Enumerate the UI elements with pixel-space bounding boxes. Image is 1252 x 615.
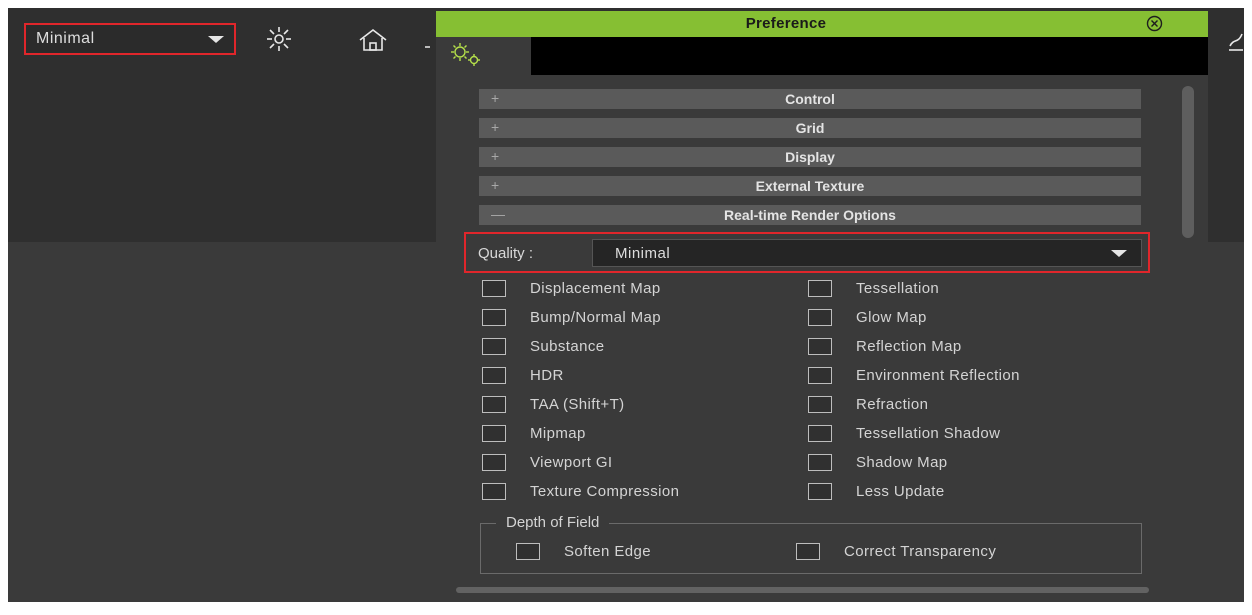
checkbox-label: Reflection Map	[856, 337, 962, 355]
checkbox[interactable]	[482, 279, 506, 297]
checkbox-label: Displacement Map	[530, 279, 661, 297]
checkbox-label: Bump/Normal Map	[530, 308, 662, 326]
checkbox-label: Mipmap	[530, 424, 586, 442]
checkbox[interactable]	[808, 395, 832, 413]
tab-general-settings[interactable]	[436, 37, 532, 75]
preference-title: Preference	[745, 15, 827, 32]
toolbar-quality-value: Minimal	[36, 30, 95, 47]
chevron-down-icon	[1111, 249, 1127, 257]
sun-icon[interactable]	[266, 26, 292, 52]
preference-panel: Preference + Control + Grid + Display + …	[436, 11, 1208, 602]
option-taa[interactable]: TAA (Shift+T)	[482, 393, 625, 415]
option-glow-map[interactable]: Glow Map	[808, 306, 927, 328]
depth-of-field-group: Depth of Field Soften Edge Correct Trans…	[480, 514, 1142, 574]
checkbox-label: Glow Map	[856, 308, 927, 326]
option-shadow-map[interactable]: Shadow Map	[808, 451, 948, 473]
checkbox-label: Tessellation	[856, 279, 940, 297]
option-soften-edge[interactable]: Soften Edge	[516, 540, 651, 562]
checkbox[interactable]	[808, 424, 832, 442]
curve-tool-icon[interactable]	[1226, 30, 1244, 54]
horizontal-scrollbar[interactable]	[456, 587, 1149, 593]
option-refraction[interactable]: Refraction	[808, 393, 928, 415]
section-control[interactable]: + Control	[479, 89, 1141, 109]
section-label: Grid	[795, 120, 825, 136]
quality-label: Quality :	[478, 245, 534, 262]
checkbox[interactable]	[808, 279, 832, 297]
checkbox-label: Soften Edge	[564, 542, 651, 560]
option-tessellation[interactable]: Tessellation	[808, 277, 939, 299]
checkbox[interactable]	[796, 542, 820, 560]
checkbox[interactable]	[482, 424, 506, 442]
preference-title-bar[interactable]: Preference	[436, 11, 1208, 37]
checkbox-label: Texture Compression	[530, 482, 680, 500]
option-correct-transparency[interactable]: Correct Transparency	[796, 540, 996, 562]
option-reflection-map[interactable]: Reflection Map	[808, 335, 962, 357]
preference-tab-strip	[436, 37, 1208, 75]
section-label: Control	[785, 91, 835, 107]
option-bump-normal-map[interactable]: Bump/Normal Map	[482, 306, 661, 328]
checkbox[interactable]	[808, 308, 832, 326]
option-texture-compression[interactable]: Texture Compression	[482, 480, 679, 502]
checkbox[interactable]	[482, 395, 506, 413]
section-display[interactable]: + Display	[479, 147, 1141, 167]
checkbox[interactable]	[482, 308, 506, 326]
home-menu-indicator[interactable]	[425, 46, 430, 48]
chevron-down-icon	[208, 35, 224, 43]
checkbox[interactable]	[808, 453, 832, 471]
option-tessellation-shadow[interactable]: Tessellation Shadow	[808, 422, 1000, 444]
checkbox-label: Tessellation Shadow	[856, 424, 1001, 442]
option-less-update[interactable]: Less Update	[808, 480, 945, 502]
option-mipmap[interactable]: Mipmap	[482, 422, 586, 444]
gears-icon	[451, 43, 480, 66]
option-viewport-gi[interactable]: Viewport GI	[482, 451, 613, 473]
depth-of-field-legend: Depth of Field	[496, 514, 610, 531]
option-environment-reflection[interactable]: Environment Reflection	[808, 364, 1020, 386]
checkbox[interactable]	[482, 482, 506, 500]
checkbox-label: Refraction	[856, 395, 929, 413]
checkbox[interactable]	[516, 542, 540, 560]
quality-select-value: Minimal	[615, 244, 671, 262]
checkbox-label: Less Update	[856, 482, 945, 500]
checkbox-label: Correct Transparency	[844, 542, 997, 560]
toolbar-quality-dropdown[interactable]: Minimal	[24, 23, 236, 55]
checkbox[interactable]	[482, 366, 506, 384]
checkbox[interactable]	[808, 366, 832, 384]
checkbox-label: TAA (Shift+T)	[530, 395, 625, 413]
section-grid[interactable]: + Grid	[479, 118, 1141, 138]
section-label: External Texture	[755, 178, 865, 194]
quality-row: Quality : Minimal	[464, 232, 1150, 273]
checkbox-label: Substance	[530, 337, 605, 355]
section-label: Display	[785, 149, 835, 165]
checkbox[interactable]	[482, 453, 506, 471]
option-substance[interactable]: Substance	[482, 335, 604, 357]
checkbox[interactable]	[808, 337, 832, 355]
section-label: Real-time Render Options	[724, 207, 896, 223]
option-hdr[interactable]: HDR	[482, 364, 564, 386]
checkbox-label: Viewport GI	[530, 453, 613, 471]
checkbox[interactable]	[808, 482, 832, 500]
home-icon[interactable]	[358, 28, 388, 52]
section-realtime-render-options[interactable]: — Real-time Render Options	[479, 205, 1141, 225]
quality-select[interactable]: Minimal	[592, 239, 1142, 267]
section-external-texture[interactable]: + External Texture	[479, 176, 1141, 196]
checkbox[interactable]	[482, 337, 506, 355]
option-displacement-map[interactable]: Displacement Map	[482, 277, 661, 299]
checkbox-label: HDR	[530, 366, 564, 384]
checkbox-label: Shadow Map	[856, 453, 948, 471]
close-circle-icon[interactable]	[1146, 15, 1163, 32]
vertical-scrollbar[interactable]	[1182, 86, 1194, 238]
checkbox-label: Environment Reflection	[856, 366, 1020, 384]
